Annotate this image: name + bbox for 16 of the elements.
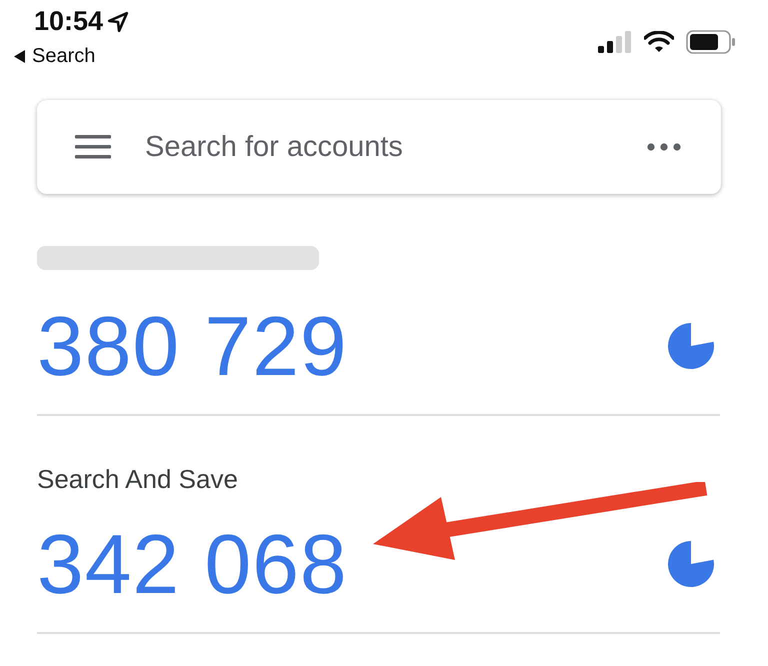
back-link[interactable]: Search: [14, 45, 96, 68]
search-field[interactable]: Search for accounts: [143, 130, 615, 164]
back-triangle-icon: [14, 50, 26, 63]
signal-icon: [598, 31, 632, 53]
verification-code: 342 068: [37, 516, 348, 612]
more-options-icon[interactable]: [647, 143, 681, 151]
account-name: Search And Save: [37, 464, 239, 496]
location-arrow-icon: [107, 10, 130, 32]
countdown-timer-icon: [668, 323, 714, 369]
wifi-icon: [644, 31, 674, 53]
battery-icon: [686, 30, 736, 54]
clock-time: 10:54: [34, 6, 104, 37]
search-bar[interactable]: Search for accounts: [37, 100, 721, 194]
countdown-timer-icon: [668, 541, 714, 587]
menu-icon[interactable]: [75, 134, 111, 160]
verification-code: 380 729: [37, 298, 348, 394]
